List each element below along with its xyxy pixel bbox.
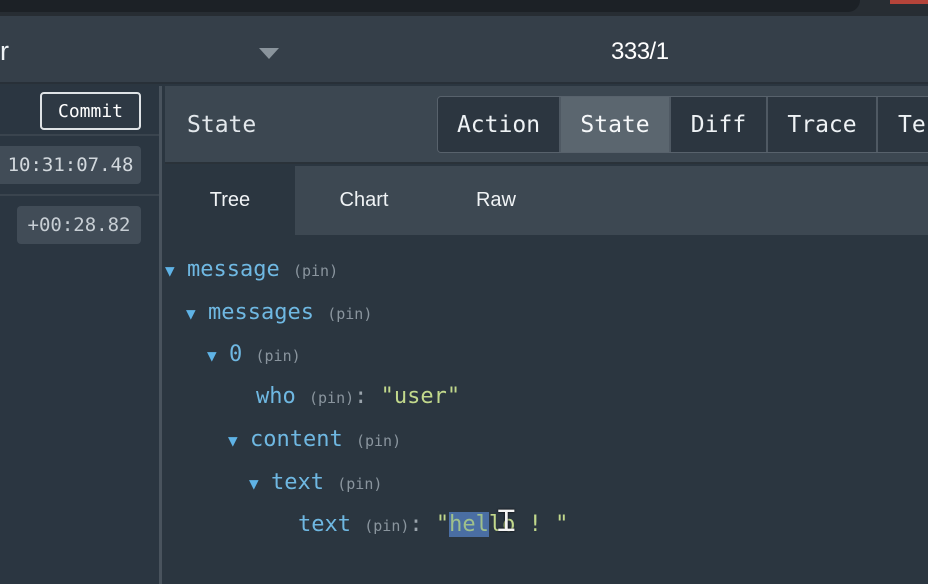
- action-list-sidebar: Commit 10:31:07.48 +00:28.82: [0, 86, 162, 584]
- tab-trace[interactable]: Trace: [768, 97, 878, 152]
- pin-link[interactable]: (pin): [256, 347, 301, 365]
- selected-text[interactable]: hel: [449, 512, 489, 537]
- state-tree: ▼ message (pin) ▼ messages (pin) ▼ 0 (pin) …: [165, 235, 928, 584]
- expand-arrow-icon[interactable]: ▼: [165, 261, 187, 280]
- expand-arrow-icon[interactable]: ▼: [249, 474, 271, 493]
- time-badge: 10:31:07.48: [0, 146, 141, 184]
- pin-link[interactable]: (pin): [356, 432, 401, 450]
- tree-value-quote: ": [435, 512, 450, 537]
- state-view-tabs: Tree Chart Raw: [165, 166, 928, 235]
- tree-key: who: [256, 384, 296, 409]
- tree-leaf[interactable]: who (pin): "user": [256, 384, 460, 409]
- tree-key: message: [187, 257, 280, 282]
- expand-arrow-icon[interactable]: ▼: [228, 431, 250, 450]
- tree-node[interactable]: ▼ text (pin): [249, 470, 382, 495]
- tree-leaf[interactable]: text (pin): "hello ! ": [298, 512, 568, 537]
- window-top-shade: [0, 0, 860, 12]
- tree-value: "user": [380, 384, 461, 409]
- tree-node[interactable]: ▼ 0 (pin): [207, 342, 301, 367]
- action-counter: 333/1: [611, 38, 669, 65]
- separator-colon: :: [354, 384, 381, 409]
- tab-action[interactable]: Action: [438, 97, 561, 152]
- pin-link[interactable]: (pin): [364, 517, 409, 535]
- tree-node[interactable]: ▼ message (pin): [165, 257, 338, 282]
- expand-arrow-icon[interactable]: ▼: [186, 304, 208, 323]
- tab-raw[interactable]: Raw: [433, 166, 559, 235]
- tab-diff[interactable]: Diff: [671, 97, 768, 152]
- pin-link[interactable]: (pin): [327, 305, 372, 323]
- tree-key: text: [271, 470, 324, 495]
- inspector-mode-tabs: Action State Diff Trace Te: [437, 96, 928, 153]
- tab-test[interactable]: Te: [878, 97, 928, 152]
- window-top-accent: [890, 0, 928, 4]
- pin-link[interactable]: (pin): [309, 389, 354, 407]
- inspector-title: State: [187, 112, 257, 138]
- tree-node[interactable]: ▼ messages (pin): [186, 300, 372, 325]
- tab-state[interactable]: State: [561, 97, 671, 152]
- tree-key: content: [250, 427, 343, 452]
- commit-button[interactable]: Commit: [40, 92, 141, 130]
- tab-tree[interactable]: Tree: [165, 166, 295, 235]
- pin-link[interactable]: (pin): [337, 475, 382, 493]
- tree-key: messages: [208, 300, 314, 325]
- sidebar-row-commit: Commit: [0, 86, 159, 136]
- window-top-strip: [0, 0, 928, 16]
- text-cursor-icon: Ɪ: [498, 504, 515, 539]
- sidebar-row-action[interactable]: 10:31:07.48: [0, 138, 159, 196]
- inspector-header: State Action State Diff Trace Te: [165, 86, 928, 164]
- time-delta-badge: +00:28.82: [17, 206, 141, 244]
- tree-key: text: [298, 512, 351, 537]
- instance-selector-label[interactable]: r: [0, 36, 9, 67]
- chevron-down-icon[interactable]: [259, 48, 279, 59]
- tab-chart[interactable]: Chart: [295, 166, 433, 235]
- tree-key: 0: [229, 342, 243, 367]
- separator-colon: :: [409, 512, 436, 537]
- expand-arrow-icon[interactable]: ▼: [207, 346, 229, 365]
- toolbar-header: r 333/1: [0, 16, 928, 84]
- pin-link[interactable]: (pin): [293, 262, 338, 280]
- tree-node[interactable]: ▼ content (pin): [228, 427, 401, 452]
